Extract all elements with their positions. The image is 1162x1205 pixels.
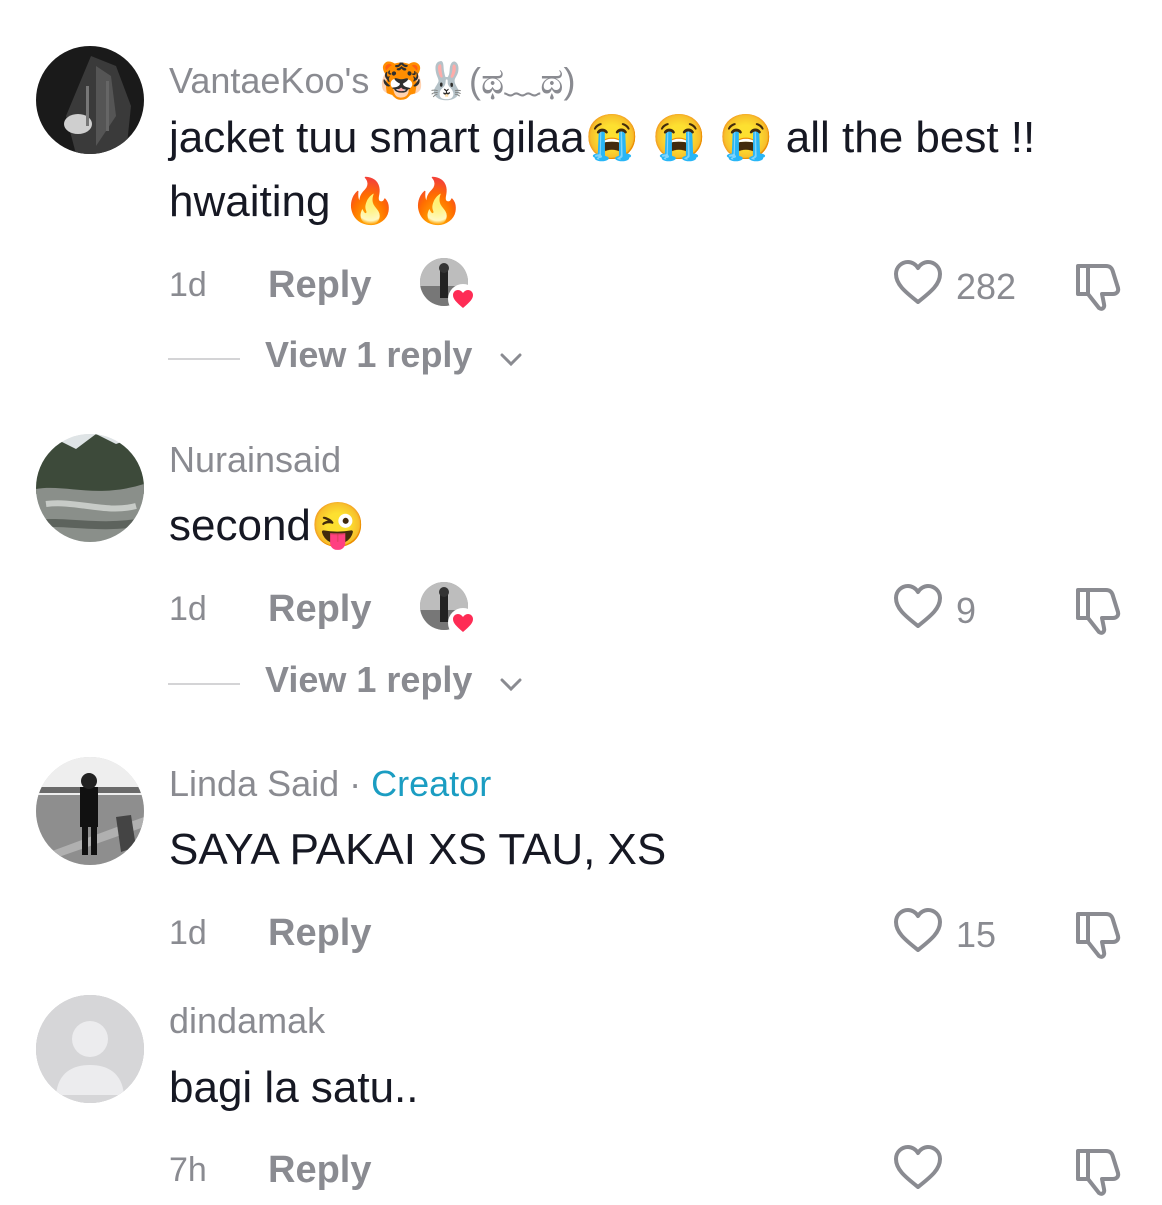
view-replies-label[interactable]: View 1 reply [265,659,472,701]
thumbs-down-outline-icon[interactable] [1070,582,1124,636]
chevron-down-icon[interactable] [498,346,524,372]
like-count: 9 [956,590,977,631]
heart-outline-icon[interactable] [892,1143,944,1191]
comment-text: SAYA PAKAI XS TAU, XS [169,825,667,874]
view-replies-button[interactable]: View 1 reply [0,334,1162,384]
heart-outline-icon[interactable] [892,258,944,306]
comment-actions: 1d Reply 282 [0,258,1162,318]
avatar[interactable] [36,434,144,542]
username[interactable]: Linda Said [169,763,339,804]
comment-text: jacket tuu smart gilaa😭 😭 😭 all the best… [169,113,1036,226]
comment-actions: 1d Reply 15 [0,906,1162,966]
heart-outline-icon[interactable] [892,582,944,630]
username-row: Linda Said · Creator [169,763,491,805]
comment-text: bagi la satu.. [169,1063,419,1112]
like-count: 15 [956,914,997,955]
avatar[interactable] [36,757,144,865]
creator-separator: · [339,763,372,804]
comment-time: 1d [169,266,207,304]
chevron-down-icon[interactable] [498,671,524,697]
comment-text: second😜 [169,501,366,550]
red-heart-icon [448,284,478,314]
thumbs-down-outline-icon[interactable] [1070,258,1124,312]
creator-liked-avatar [420,258,478,314]
thumbs-down-outline-icon[interactable] [1070,906,1124,960]
reply-button[interactable]: Reply [268,588,371,631]
thumbs-down-outline-icon[interactable] [1070,1143,1124,1197]
avatar[interactable] [36,46,144,154]
comment-time: 7h [169,1151,207,1189]
comment-actions: 7h Reply [0,1143,1162,1203]
red-heart-icon [448,608,478,638]
like-count: 282 [956,266,1017,307]
username[interactable]: dindamak [169,1000,325,1042]
view-replies-label[interactable]: View 1 reply [265,334,472,376]
creator-liked-avatar [420,582,478,638]
divider [168,358,240,360]
divider [168,683,240,685]
reply-button[interactable]: Reply [268,264,371,307]
comment-time: 1d [169,914,207,952]
heart-outline-icon[interactable] [892,906,944,954]
view-replies-button[interactable]: View 1 reply [0,659,1162,709]
username[interactable]: VantaeKoo's 🐯🐰(ಥ﹏ಥ) [169,52,576,104]
creator-badge: Creator [371,763,492,804]
reply-button[interactable]: Reply [268,1149,371,1192]
default-avatar[interactable] [36,995,144,1103]
reply-button[interactable]: Reply [268,912,371,955]
comment-time: 1d [169,590,207,628]
username[interactable]: Nurainsaid [169,439,341,481]
comment-actions: 1d Reply 9 [0,582,1162,642]
